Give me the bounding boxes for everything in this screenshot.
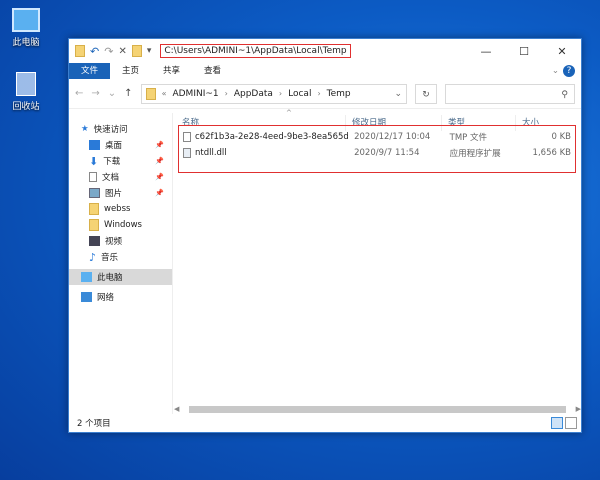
- computer-icon: [81, 272, 92, 282]
- address-bar[interactable]: « ADMINI~1 › AppData › Local › Temp ⌄: [140, 83, 407, 104]
- folder-icon: [145, 87, 156, 100]
- sidebar-item-label: 快速访问: [93, 125, 128, 135]
- file-date: 2020/9/7 11:54: [354, 148, 420, 158]
- details-view-button[interactable]: [551, 417, 563, 429]
- computer-icon: [12, 8, 40, 32]
- sidebar-item-label: 下载: [103, 157, 121, 167]
- sidebar-item-this-pc[interactable]: 此电脑: [69, 269, 172, 285]
- document-icon: [89, 172, 97, 182]
- large-icons-view-button[interactable]: [565, 417, 577, 429]
- file-icon: [183, 132, 191, 142]
- video-icon: [89, 236, 100, 246]
- pictures-icon: [89, 188, 100, 198]
- overflow-chevron[interactable]: «: [162, 89, 167, 98]
- file-type: TMP 文件: [449, 133, 487, 143]
- file-list: ^ 名称 修改日期 类型 大小 c62f1b3a-2e28-4eed-9be3-…: [174, 109, 581, 414]
- close-button[interactable]: ✕: [543, 45, 581, 58]
- window-title-path: C:\Users\ADMINI~1\AppData\Local\Temp: [160, 44, 351, 58]
- navigation-pane: ★ 快速访问 桌面 📌 ⬇ 下载 📌 文档 📌 图片 📌 webss Windows 视频 …: [69, 113, 173, 414]
- file-size: 1,656 KB: [532, 148, 571, 158]
- download-icon: ⬇: [89, 154, 99, 168]
- breadcrumb-item[interactable]: Temp: [327, 89, 351, 99]
- sidebar-item-label: 网络: [97, 293, 115, 303]
- file-name: c62f1b3a-2e28-4eed-9be3-8ea565d0...: [195, 132, 349, 142]
- sidebar-item-network[interactable]: 网络: [69, 289, 172, 305]
- ribbon-tabs: 文件 主页 共享 查看 ⌄ ?: [69, 63, 581, 79]
- recent-locations-icon[interactable]: ⌄: [108, 88, 116, 99]
- file-name: ntdll.dll: [195, 148, 227, 158]
- dll-file-icon: [183, 148, 191, 158]
- highlighted-files-box: c62f1b3a-2e28-4eed-9be3-8ea565d0... 2020…: [178, 125, 576, 173]
- breadcrumb-item[interactable]: AppData: [234, 89, 273, 99]
- sidebar-item-windows[interactable]: Windows: [69, 217, 172, 233]
- maximize-button[interactable]: ☐: [505, 45, 543, 58]
- pin-icon: 📌: [155, 141, 164, 149]
- sidebar-item-downloads[interactable]: ⬇ 下载 📌: [69, 153, 172, 169]
- horizontal-scrollbar[interactable]: ◀ ▶: [174, 404, 581, 414]
- address-dropdown-icon[interactable]: ⌄: [394, 89, 402, 99]
- search-input[interactable]: ⚲: [445, 83, 575, 104]
- status-bar: 2 个项目: [69, 414, 581, 432]
- sidebar-item-webss[interactable]: webss: [69, 201, 172, 217]
- up-button[interactable]: ↑: [124, 88, 132, 99]
- tab-home[interactable]: 主页: [110, 63, 151, 79]
- redo-icon[interactable]: ↷: [104, 45, 113, 58]
- tab-file[interactable]: 文件: [69, 63, 111, 79]
- star-icon: ★: [81, 124, 89, 134]
- network-icon: [81, 292, 92, 302]
- sidebar-item-quick-access[interactable]: ★ 快速访问: [69, 121, 172, 137]
- file-row[interactable]: ntdll.dll 2020/9/7 11:54 应用程序扩展 1,656 KB: [179, 145, 575, 161]
- desktop-icon-this-pc[interactable]: 此电脑: [1, 8, 51, 48]
- file-size: 0 KB: [551, 132, 571, 142]
- pin-icon: 📌: [155, 173, 164, 181]
- sidebar-item-label: 文档: [102, 173, 120, 183]
- sidebar-item-desktop[interactable]: 桌面 📌: [69, 137, 172, 153]
- file-explorer-window: ↶ ↷ ✕ ▾ C:\Users\ADMINI~1\AppData\Local\…: [68, 38, 582, 433]
- file-row[interactable]: c62f1b3a-2e28-4eed-9be3-8ea565d0... 2020…: [179, 129, 575, 145]
- sidebar-item-label: 桌面: [105, 141, 123, 151]
- file-type: 应用程序扩展: [449, 149, 501, 159]
- sidebar-item-pictures[interactable]: 图片 📌: [69, 185, 172, 201]
- sidebar-item-videos[interactable]: 视频: [69, 233, 172, 249]
- refresh-button[interactable]: ↻: [415, 83, 437, 104]
- recycle-bin-icon: [16, 72, 36, 96]
- desktop-icon-label: 回收站: [12, 102, 40, 112]
- music-icon: ♪: [89, 250, 97, 264]
- tab-share[interactable]: 共享: [151, 63, 192, 79]
- sidebar-item-label: 音乐: [101, 253, 119, 263]
- undo-icon[interactable]: ↶: [90, 45, 99, 58]
- desktop-icon-label: 此电脑: [12, 38, 40, 48]
- navigation-bar: ← → ⌄ ↑ « ADMINI~1 › AppData › Local › Temp…: [69, 79, 581, 109]
- item-count: 2 个项目: [77, 419, 111, 429]
- title-bar: ↶ ↷ ✕ ▾ C:\Users\ADMINI~1\AppData\Local\…: [69, 39, 581, 63]
- sidebar-item-label: 视频: [105, 237, 123, 247]
- sidebar-item-label: webss: [104, 204, 131, 214]
- tab-view[interactable]: 查看: [192, 63, 233, 79]
- help-button[interactable]: ?: [563, 65, 575, 77]
- sidebar-item-label: 此电脑: [97, 273, 123, 283]
- desktop-icon: [89, 140, 100, 150]
- back-button[interactable]: ←: [75, 88, 83, 99]
- expand-ribbon-icon[interactable]: ⌄: [548, 63, 563, 79]
- customize-toolbar-icon[interactable]: ▾: [147, 46, 152, 56]
- folder-icon: [89, 219, 99, 231]
- forward-button[interactable]: →: [91, 88, 99, 99]
- breadcrumb-item[interactable]: ADMINI~1: [172, 89, 218, 99]
- pin-icon: 📌: [155, 157, 164, 165]
- sidebar-item-label: Windows: [104, 220, 142, 230]
- desktop-icon-recycle-bin[interactable]: 回收站: [1, 72, 51, 112]
- minimize-button[interactable]: —: [467, 45, 505, 58]
- file-date: 2020/12/17 10:04: [354, 132, 431, 142]
- delete-icon[interactable]: ✕: [118, 46, 126, 57]
- sidebar-item-label: 图片: [105, 189, 123, 199]
- breadcrumb-item[interactable]: Local: [288, 89, 311, 99]
- folder-icon: [75, 45, 85, 57]
- pin-icon: 📌: [155, 189, 164, 197]
- folder-icon: [89, 203, 99, 215]
- sidebar-item-documents[interactable]: 文档 📌: [69, 169, 172, 185]
- sidebar-item-music[interactable]: ♪ 音乐: [69, 249, 172, 265]
- new-folder-icon[interactable]: [131, 45, 142, 57]
